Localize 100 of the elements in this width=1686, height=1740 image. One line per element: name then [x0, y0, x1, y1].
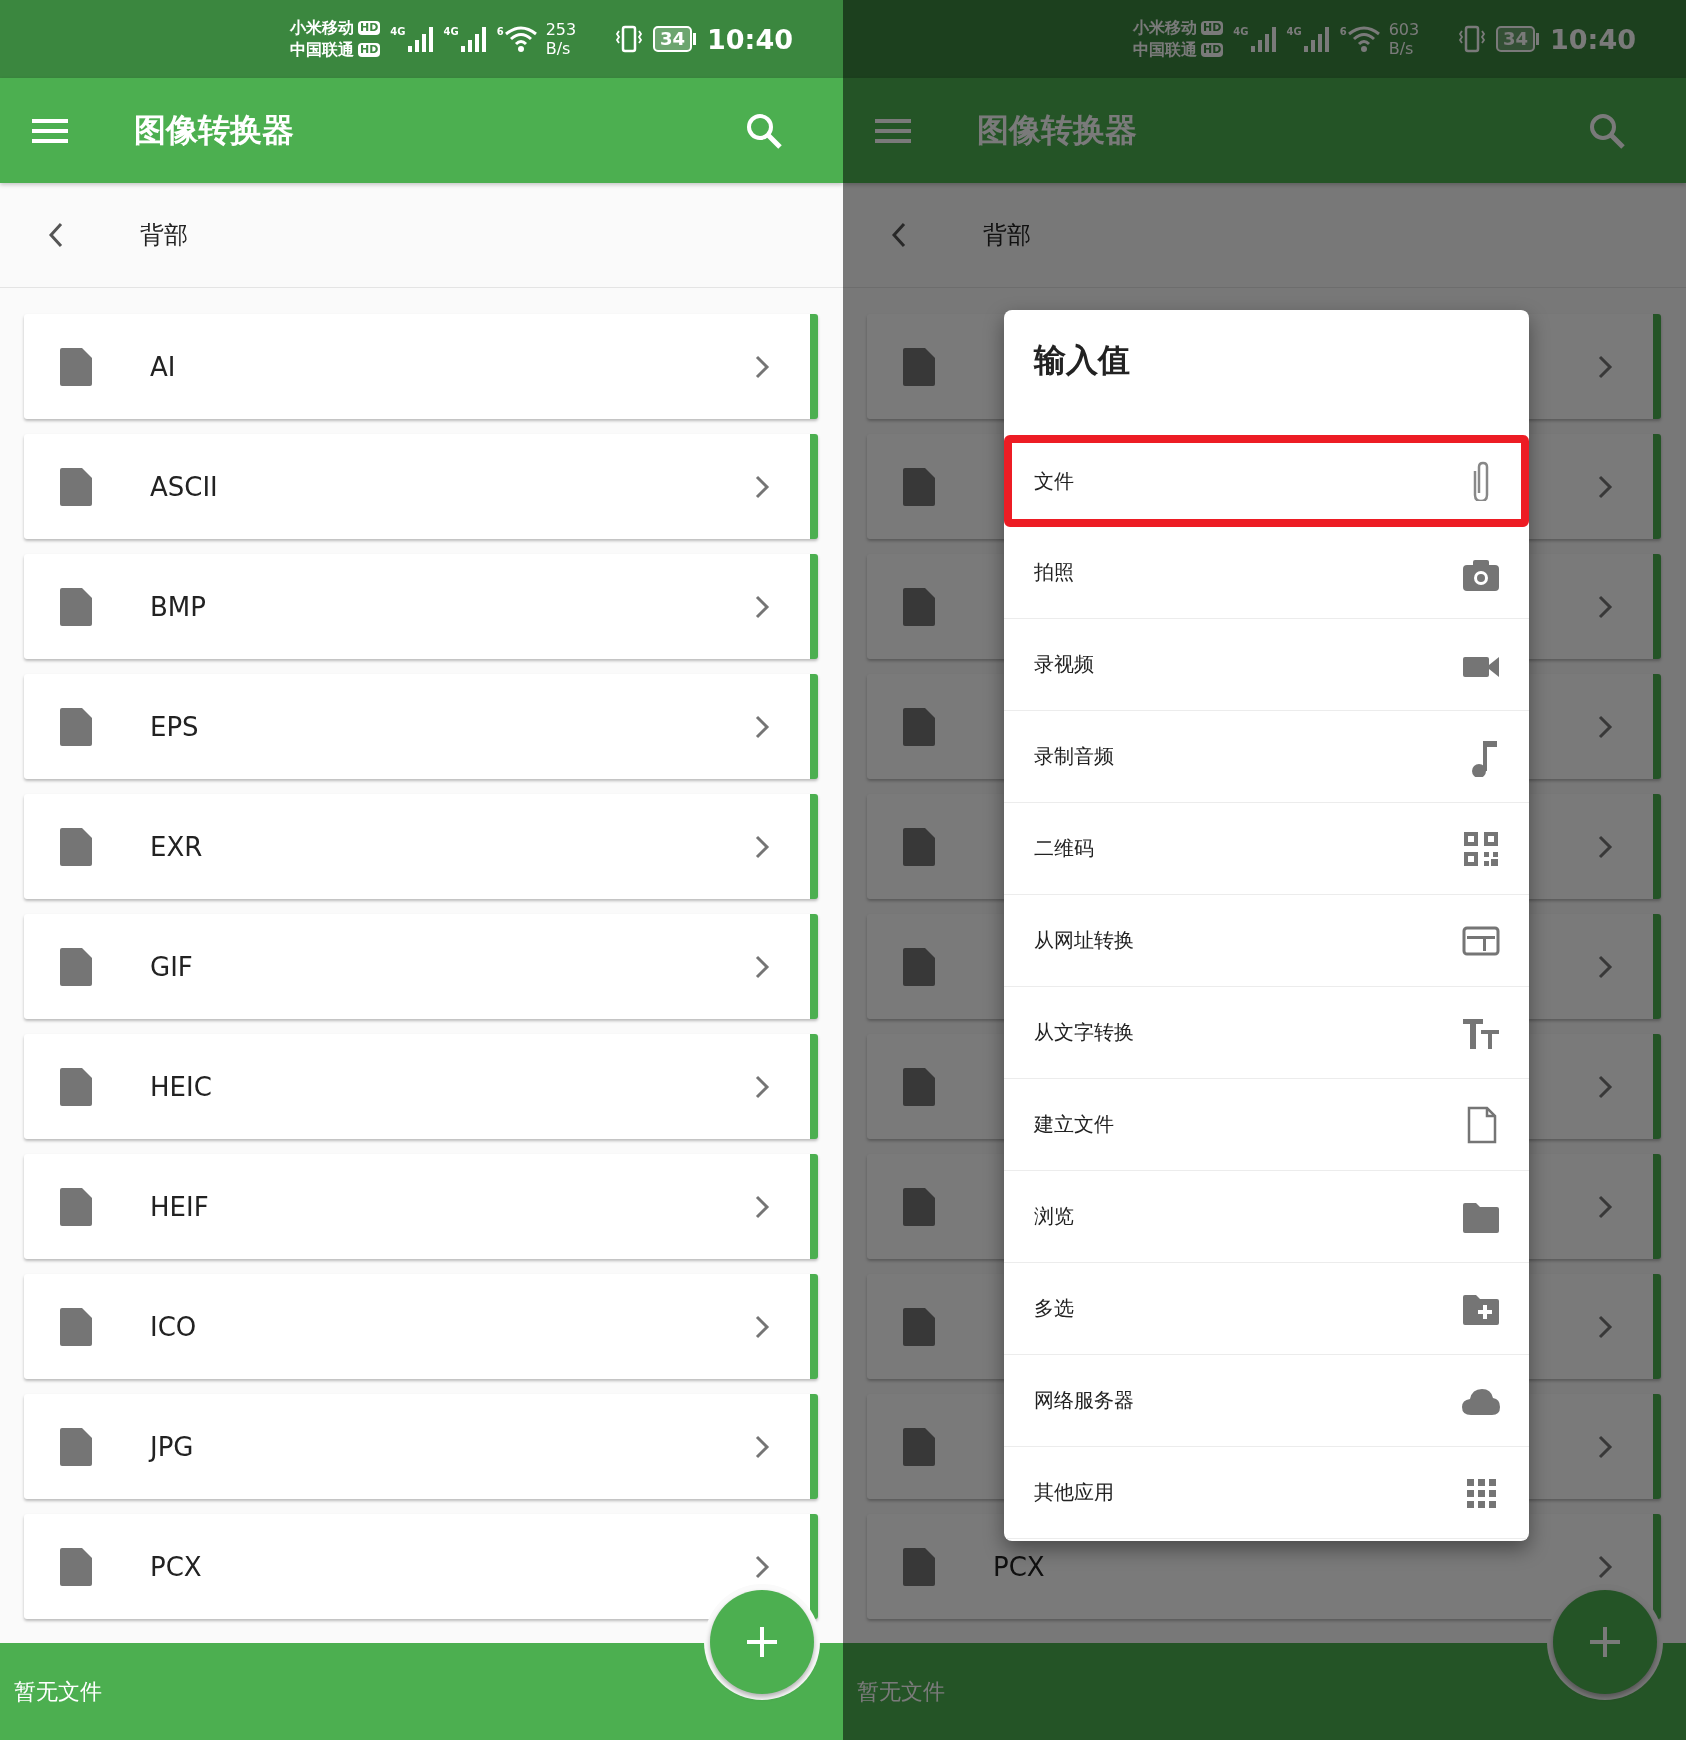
format-name: BMP: [150, 591, 207, 622]
chevron-right-icon: [754, 1074, 770, 1099]
format-name: AI: [150, 351, 177, 382]
carrier-name: 小米移动: [1133, 18, 1197, 38]
dialog-option[interactable]: 录视频: [1004, 619, 1529, 711]
plus-icon: [745, 1625, 779, 1659]
dialog-option[interactable]: 网络服务器: [1004, 1355, 1529, 1447]
search-icon[interactable]: [745, 111, 783, 150]
file-icon: [60, 1307, 92, 1346]
chevron-right-icon: [1597, 1554, 1613, 1579]
wifi-icon: [503, 24, 538, 54]
clock-time: 10:40: [707, 23, 793, 55]
file-icon: [903, 947, 935, 986]
dialog-option[interactable]: 从网址转换: [1004, 895, 1529, 987]
format-list-item[interactable]: JPG: [24, 1394, 818, 1499]
battery-tip-icon: [1535, 33, 1541, 45]
format-list-item[interactable]: AI: [24, 314, 818, 419]
chevron-right-icon: [1597, 354, 1613, 379]
format-list-item[interactable]: EXR: [24, 794, 818, 899]
dialog-option[interactable]: 其他应用: [1004, 1447, 1529, 1539]
file-icon: [60, 587, 92, 626]
chevron-right-icon: [1597, 1194, 1613, 1219]
menu-icon[interactable]: [875, 116, 911, 145]
file-icon: [903, 1187, 935, 1226]
format-list-item[interactable]: HEIC: [24, 1034, 818, 1139]
format-list-item[interactable]: HEIF: [24, 1154, 818, 1259]
hd-badge: HD: [358, 21, 381, 35]
format-name: HEIF: [150, 1191, 210, 1222]
battery-tip-icon: [692, 33, 698, 45]
file-icon: [903, 347, 935, 386]
back-chevron-icon[interactable]: [891, 222, 907, 248]
hd-badge: HD: [1201, 43, 1224, 57]
format-name: ASCII: [150, 471, 219, 502]
network-speed: 603: [1388, 20, 1420, 39]
network-type-label: 4G: [390, 26, 406, 37]
format-list-item[interactable]: BMP: [24, 554, 818, 659]
file-icon: [903, 587, 935, 626]
back-chevron-icon[interactable]: [48, 222, 64, 248]
chevron-right-icon: [1597, 594, 1613, 619]
carrier-name: 小米移动: [290, 18, 354, 38]
file-icon: [60, 1187, 92, 1226]
file-icon: [60, 827, 92, 866]
dialog-option[interactable]: 建立文件: [1004, 1079, 1529, 1171]
dialog-option[interactable]: 浏览: [1004, 1171, 1529, 1263]
chevron-right-icon: [1597, 474, 1613, 499]
file-icon: [60, 467, 92, 506]
format-list-item[interactable]: ICO: [24, 1274, 818, 1379]
search-icon[interactable]: [1588, 111, 1626, 150]
dialog-title: 输入值: [1034, 340, 1130, 380]
dialog-option[interactable]: 从文字转换: [1004, 987, 1529, 1079]
file-icon: [903, 1067, 935, 1106]
file-icon: [903, 1547, 935, 1586]
format-name: PCX: [993, 1551, 1046, 1582]
vibrate-icon: [615, 24, 643, 54]
wifi-standard-label: 6: [1339, 26, 1347, 37]
empty-files-text: 暂无文件: [14, 1677, 102, 1706]
chevron-right-icon: [754, 834, 770, 859]
battery-level: 34: [653, 26, 693, 52]
chevron-right-icon: [1597, 954, 1613, 979]
empty-files-text: 暂无文件: [857, 1677, 945, 1706]
format-name: GIF: [150, 951, 194, 982]
chevron-right-icon: [754, 1194, 770, 1219]
vibrate-icon: [1458, 24, 1486, 54]
network-speed: 253: [545, 20, 577, 39]
carrier-name: 中国联通: [290, 40, 354, 60]
format-list-item[interactable]: EPS: [24, 674, 818, 779]
app-title: 图像转换器: [134, 109, 295, 151]
dialog-option[interactable]: 二维码: [1004, 803, 1529, 895]
format-list-item[interactable]: GIF: [24, 914, 818, 1019]
chevron-right-icon: [1597, 714, 1613, 739]
chevron-right-icon: [754, 1314, 770, 1339]
file-icon: [60, 1547, 92, 1586]
menu-icon[interactable]: [32, 116, 68, 145]
network-speed-unit: B/s: [1388, 39, 1415, 58]
app-title: 图像转换器: [977, 109, 1138, 151]
format-name: EPS: [150, 711, 200, 742]
dialog-option[interactable]: 拍照: [1004, 527, 1529, 619]
chevron-right-icon: [1597, 1074, 1613, 1099]
chevron-right-icon: [754, 474, 770, 499]
dialog-option[interactable]: 多选: [1004, 1263, 1529, 1355]
format-name: ICO: [150, 1311, 198, 1342]
chevron-right-icon: [754, 714, 770, 739]
chevron-right-icon: [1597, 1434, 1613, 1459]
format-name: HEIC: [150, 1071, 213, 1102]
chevron-right-icon: [1597, 1314, 1613, 1339]
format-list-item[interactable]: PCX: [24, 1514, 818, 1619]
file-icon: [60, 1067, 92, 1106]
chevron-right-icon: [754, 354, 770, 379]
network-type-label: 4G: [443, 26, 459, 37]
chevron-right-icon: [754, 1554, 770, 1579]
dialog-option[interactable]: 录制音频: [1004, 711, 1529, 803]
file-icon: [903, 707, 935, 746]
format-list-item[interactable]: ASCII: [24, 434, 818, 539]
hd-badge: HD: [1201, 21, 1224, 35]
dialog-option[interactable]: 文件: [1004, 435, 1529, 527]
plus-icon: [1588, 1625, 1622, 1659]
chevron-right-icon: [1597, 834, 1613, 859]
back-label: 背部: [140, 220, 188, 251]
chevron-right-icon: [754, 954, 770, 979]
network-type-label: 4G: [1233, 26, 1249, 37]
